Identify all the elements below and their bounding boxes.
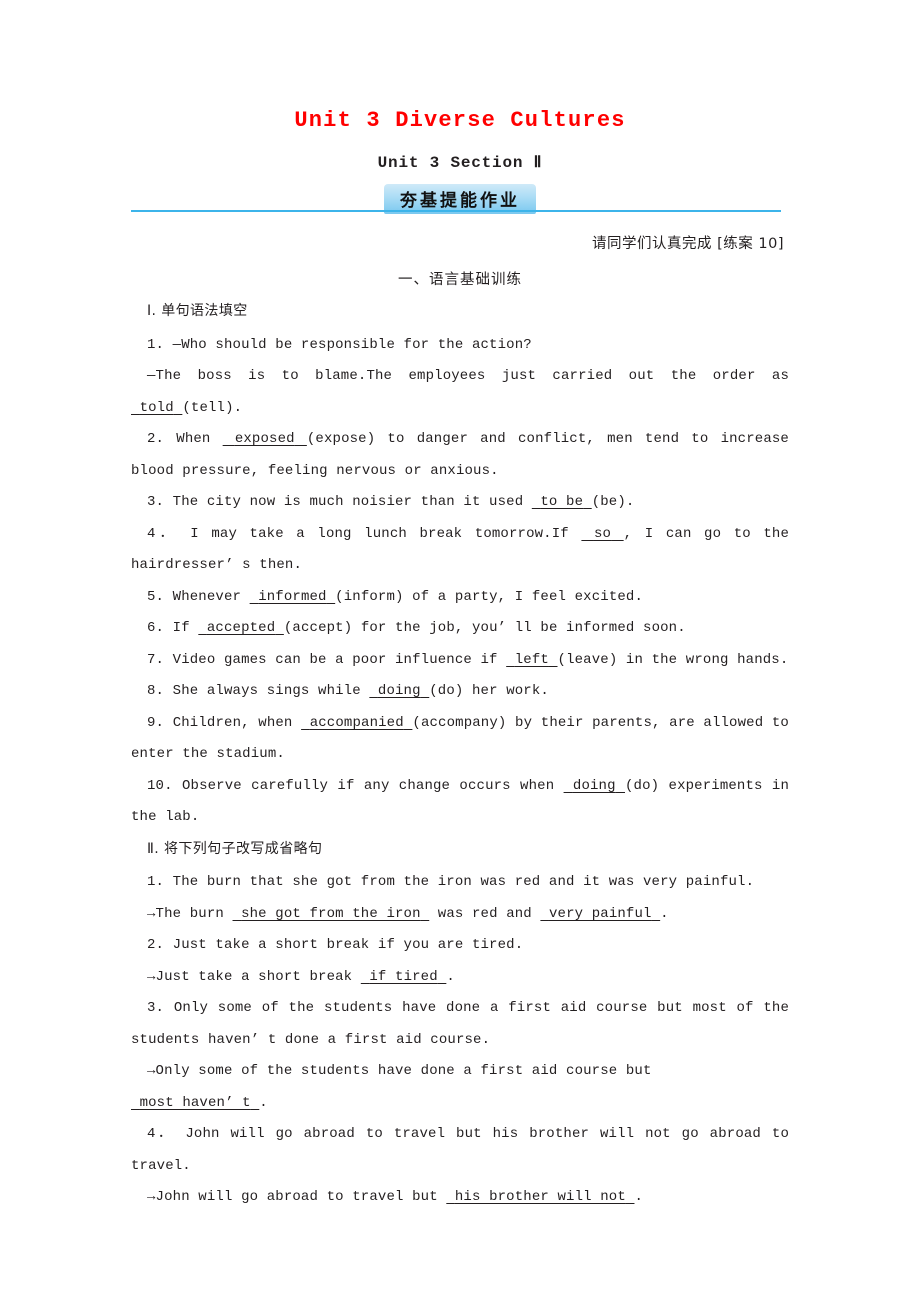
exercise-text: 4． John will go abroad to travel but his… <box>131 1126 789 1174</box>
section-heading: Ⅱ. 将下列句子改写成省略句 <box>147 840 323 857</box>
section-heading: Ⅰ. 单句语法填空 <box>147 303 248 319</box>
exercise-text: →The burn <box>147 905 233 922</box>
exercise-line: 1. The burn that she got from the iron w… <box>131 867 789 899</box>
answer-blank[interactable]: most haven’ t <box>131 1095 259 1111</box>
answer-blank[interactable]: doing <box>564 778 625 794</box>
exercise-text: 1. —Who should be responsible for the ac… <box>147 336 532 353</box>
exercise-line: —The boss is to blame.The employees just… <box>131 361 789 424</box>
exercise-text: 9. Children, when <box>147 714 302 731</box>
answer-blank[interactable]: accompanied <box>301 715 412 731</box>
exercise-content: Ⅰ. 单句语法填空 1. —Who should be responsible f… <box>131 296 789 1214</box>
exercise-line: 8. She always sings while doing (do) her … <box>131 676 789 708</box>
exercise-line: →Only some of the students have done a f… <box>131 1056 789 1119</box>
exercise-text: 3. The city now is much noisier than it … <box>147 494 532 510</box>
answer-blank[interactable]: to be <box>532 494 592 510</box>
exercise-text: (be). <box>591 494 635 510</box>
exercise-line: 3. Only some of the students have done a… <box>131 993 789 1056</box>
answer-blank[interactable]: left <box>506 652 557 668</box>
part-heading: 一、语言基础训练 <box>398 272 522 288</box>
answer-blank[interactable]: doing <box>369 683 429 699</box>
worksheet-page: Unit 3 Diverse Cultures Unit 3 Section Ⅱ… <box>0 0 920 1302</box>
exercise-text: (accept) for the job, you’ ll be informe… <box>283 620 686 636</box>
answer-blank[interactable]: his brother will not <box>446 1189 634 1205</box>
exercise-line: 5. Whenever informed (inform) of a party,… <box>131 582 789 614</box>
unit-section-subtitle: Unit 3 Section Ⅱ <box>377 154 543 172</box>
exercise-text: . <box>634 1189 644 1205</box>
exercise-text: 10. Observe carefully if any change occu… <box>147 777 564 794</box>
exercise-text: →Only some of the students have done a f… <box>147 1063 652 1079</box>
exercise-text: was red and <box>429 905 541 922</box>
exercise-line: →The burn she got from the iron was red … <box>131 899 789 931</box>
exercise-line: 6. If accepted (accept) for the job, you’… <box>131 613 789 645</box>
answer-blank[interactable]: informed <box>250 589 336 605</box>
exercise-text: (tell). <box>182 399 243 416</box>
exercise-text: →Just take a short break <box>147 968 361 985</box>
exercise-line: 1. —Who should be responsible for the ac… <box>131 330 789 362</box>
exercise-line: 3. The city now is much noisier than it … <box>131 487 789 519</box>
assignment-note: 请同学们认真完成 [练案 10] <box>592 236 784 252</box>
answer-blank[interactable]: very painful <box>540 906 660 922</box>
exercise-line: →Just take a short break if tired. <box>131 962 789 994</box>
exercise-text: . <box>660 905 669 922</box>
exercise-line: 4． John will go abroad to travel but his… <box>131 1119 789 1182</box>
exercise-text: —The boss is to blame.The employees just… <box>147 368 789 384</box>
exercise-line: →John will go abroad to travel but his b… <box>131 1182 789 1214</box>
answer-blank[interactable]: accepted <box>198 620 284 636</box>
exercise-line: 2. When exposed (expose) to danger and co… <box>131 424 789 487</box>
exercise-text: 8. She always sings while <box>147 683 370 699</box>
exercise-text: . <box>259 1094 268 1111</box>
header-divider <box>131 210 781 212</box>
answer-blank[interactable]: so <box>581 526 623 542</box>
answer-blank[interactable]: she got from the iron <box>233 906 430 922</box>
page-title: Unit 3 Diverse Cultures <box>294 108 626 133</box>
exercise-text: 1. The burn that she got from the iron w… <box>147 874 755 890</box>
exercise-line: 2. Just take a short break if you are ti… <box>131 930 789 962</box>
exercise-text: (inform) of a party, I feel excited. <box>335 588 644 605</box>
exercise-text: 5. Whenever <box>147 588 250 605</box>
answer-blank[interactable]: told <box>131 400 182 416</box>
exercise-text: 4． I may take a long lunch break tomorro… <box>147 525 582 542</box>
exercise-text: 7. Video games can be a poor influence i… <box>147 651 507 668</box>
exercise-text: (do) her work. <box>429 683 549 699</box>
exercise-text: 2. When <box>147 431 223 447</box>
exercise-text: 6. If <box>147 620 199 636</box>
answer-blank[interactable]: exposed <box>223 431 307 447</box>
exercise-text: →John will go abroad to travel but <box>147 1189 447 1205</box>
exercise-text: . <box>446 968 455 985</box>
exercise-text: 3. Only some of the students have done a… <box>131 1000 789 1048</box>
exercise-text: 2. Just take a short break if you are ti… <box>147 937 524 953</box>
exercise-line: 10. Observe carefully if any change occu… <box>131 771 789 834</box>
exercise-line: 7. Video games can be a poor influence i… <box>131 645 789 677</box>
exercise-line: 9. Children, when accompanied (accompany)… <box>131 708 789 771</box>
exercise-text: (leave) in the wrong hands. <box>557 651 789 668</box>
answer-blank[interactable]: if tired <box>361 969 447 985</box>
exercise-line: 4． I may take a long lunch break tomorro… <box>131 519 789 582</box>
